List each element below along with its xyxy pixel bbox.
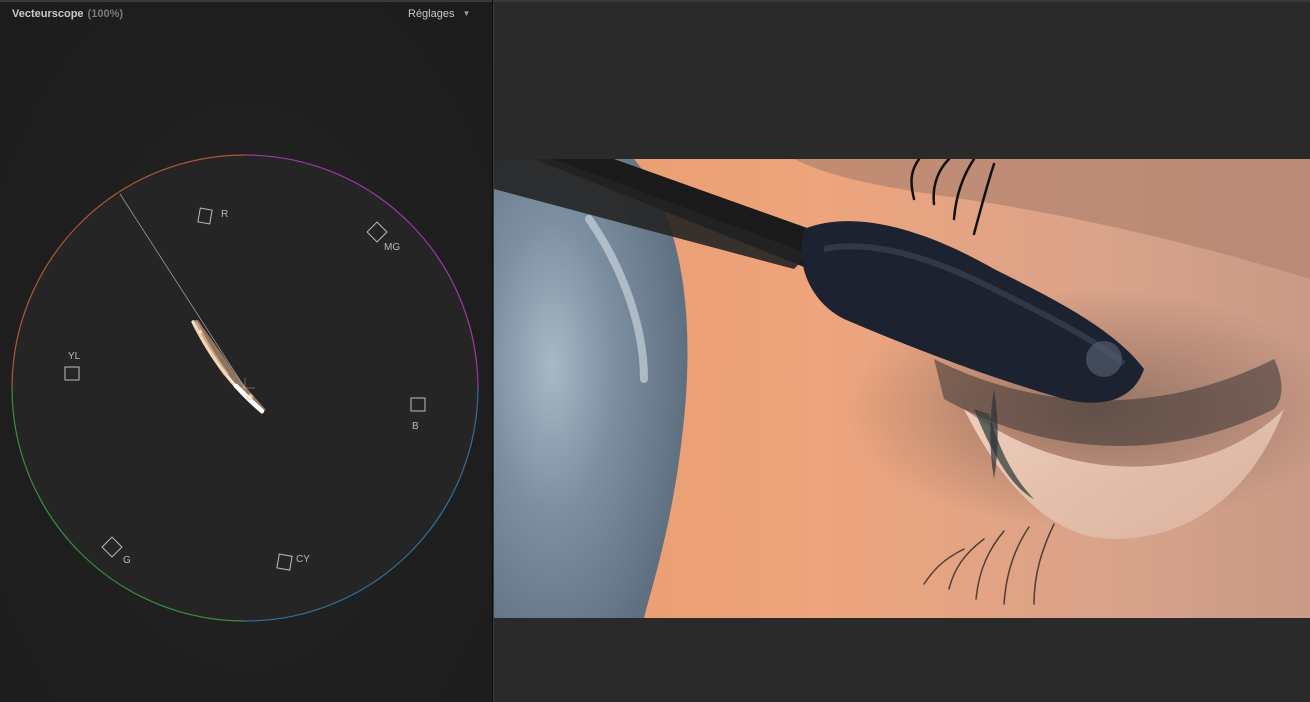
- vectorscope-graticule: R MG B CY G YL: [11, 154, 479, 622]
- target-label-mg: MG: [384, 242, 400, 253]
- target-label-r: R: [221, 209, 228, 220]
- target-label-g: G: [123, 555, 131, 566]
- target-label-cy: CY: [296, 554, 310, 565]
- app-window: Vecteurscope (100%) Réglages ▼ R MG B CY…: [0, 0, 1310, 702]
- eye-mascara-image: [494, 159, 1310, 618]
- target-label-yl: YL: [68, 351, 81, 362]
- video-frame-image: [494, 159, 1310, 618]
- target-label-b: B: [412, 421, 419, 432]
- video-viewer: [494, 2, 1310, 702]
- vectorscope-panel: Vecteurscope (100%) Réglages ▼ R MG B CY…: [0, 2, 492, 702]
